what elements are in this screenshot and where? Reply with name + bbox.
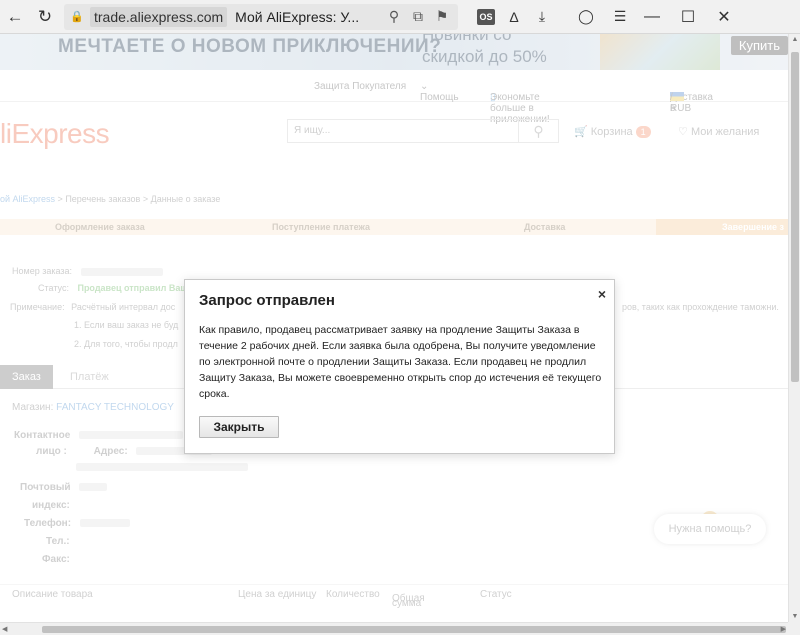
vertical-scroll-thumb[interactable] [791,52,799,382]
scroll-down-icon[interactable]: ▼ [789,613,800,620]
close-icon[interactable]: × [598,286,606,302]
horizontal-scroll-thumb[interactable] [42,626,786,633]
scroll-up-icon[interactable]: ▲ [789,36,800,43]
dialog-title: Запрос отправлен [199,292,335,309]
extension-delta-icon[interactable]: Δ [500,4,528,30]
page-title: Мой AliExpress: У... [235,8,360,25]
scrollbar-corner [788,622,800,635]
bookmark-icon[interactable]: ⚑ [432,8,452,25]
minimize-icon[interactable]: — [634,2,670,32]
lock-icon: 🔒 [70,10,84,23]
reload-icon[interactable]: ↻ [30,2,60,32]
browser-toolbar: ← ↻ 🔒 trade.aliexpress.com Мой AliExpres… [0,0,800,34]
menu-icon[interactable]: ☰ [606,4,634,30]
back-arrow-icon[interactable]: ← [0,2,30,32]
address-bar[interactable]: 🔒 trade.aliexpress.com Мой AliExpress: У… [64,3,458,30]
maximize-icon[interactable]: ☐ [670,2,706,32]
horizontal-scrollbar[interactable]: ◀ ▶ [0,622,788,635]
url-domain: trade.aliexpress.com [90,6,228,27]
extension-os-icon[interactable]: OS [472,4,500,30]
vertical-scrollbar[interactable]: ▲ ▼ [788,34,800,622]
close-window-icon[interactable]: ✕ [706,2,742,32]
request-sent-dialog: Запрос отправлен × Как правило, продавец… [184,279,615,454]
scroll-left-icon[interactable]: ◀ [2,623,7,635]
download-icon[interactable]: ⤓ [528,4,556,30]
dialog-message: Как правило, продавец рассматривает заяв… [199,324,602,400]
close-button[interactable]: Закрыть [199,416,279,438]
alice-assistant-icon[interactable]: ◯ [572,4,600,30]
translate-icon[interactable]: ⧉ [408,8,428,25]
scroll-right-icon[interactable]: ▶ [781,623,786,635]
search-in-page-icon[interactable]: ⚲ [384,8,404,25]
